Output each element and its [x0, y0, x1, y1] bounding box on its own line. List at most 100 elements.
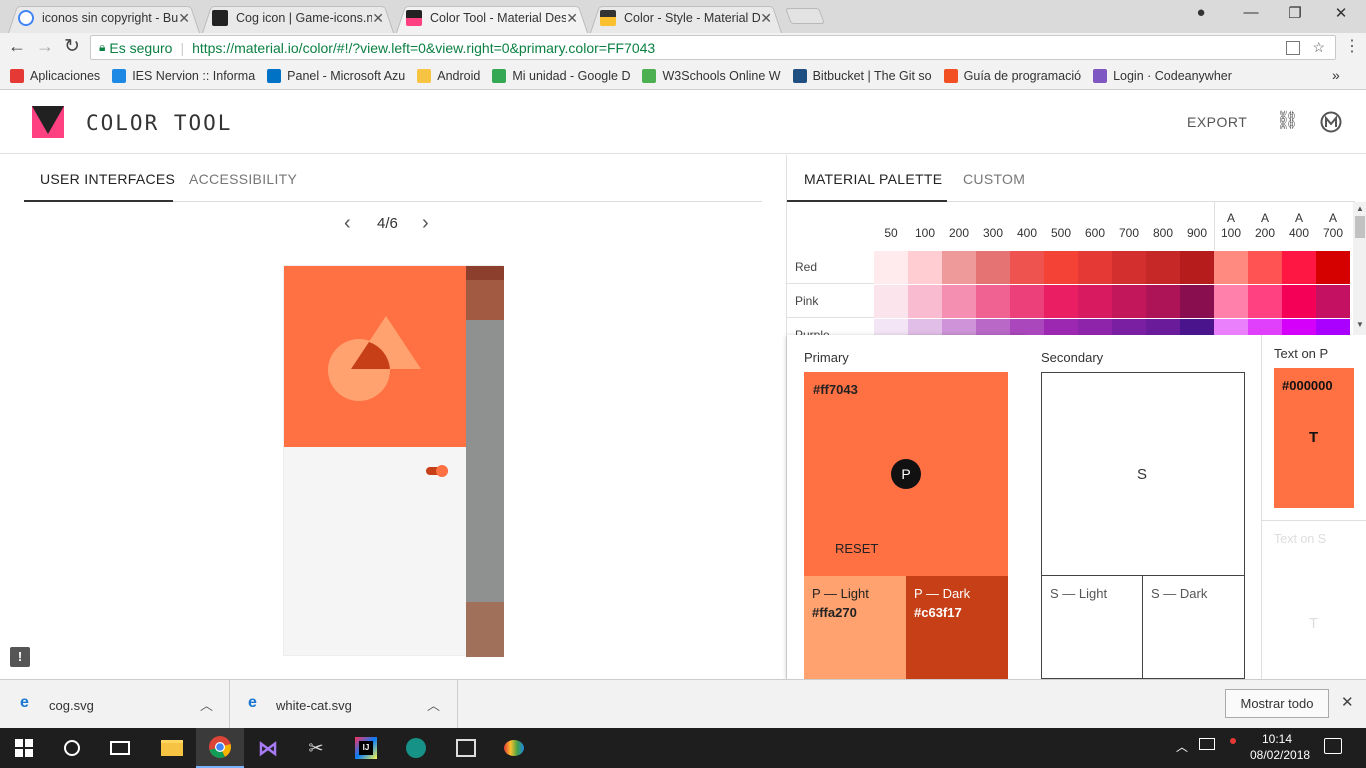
palette-swatch[interactable] — [908, 285, 942, 318]
bookmark-item[interactable]: Bitbucket | The Git so — [792, 68, 932, 83]
palette-swatch[interactable] — [1248, 251, 1282, 284]
palette-swatch[interactable] — [1282, 251, 1316, 284]
palette-swatch[interactable] — [1010, 251, 1044, 284]
palette-swatch[interactable] — [1282, 285, 1316, 318]
palette-swatch[interactable] — [1010, 285, 1044, 318]
chrome-icon[interactable] — [196, 728, 244, 768]
tray-chevron-icon[interactable]: ︿ — [1176, 738, 1188, 755]
palette-swatch[interactable] — [1078, 285, 1112, 318]
browser-tab-1[interactable]: iconos sin copyright - Bu ✕ — [8, 3, 200, 33]
tab-custom[interactable]: CUSTOM — [963, 171, 1025, 187]
close-icon[interactable]: ✕ — [566, 10, 578, 27]
primary-light-swatch[interactable]: P — Light #ffa270 — [804, 576, 906, 679]
clock-date[interactable]: 08/02/2018 — [1250, 748, 1310, 762]
tab-material-palette[interactable]: MATERIAL PALETTE — [804, 171, 942, 187]
primary-swatch[interactable]: #ff7043 P RESET — [804, 372, 1008, 576]
network-icon[interactable] — [1199, 738, 1215, 750]
palette-swatch[interactable] — [908, 319, 942, 335]
reset-button[interactable]: RESET — [835, 541, 878, 556]
bookmark-item[interactable]: Aplicaciones — [10, 68, 100, 83]
paint-icon[interactable] — [490, 728, 538, 768]
chevron-up-icon[interactable]: ︿ — [200, 695, 213, 714]
palette-swatch[interactable] — [1112, 285, 1146, 318]
browser-tab-2[interactable]: Cog icon | Game-icons.ne ✕ — [202, 3, 394, 33]
close-icon[interactable]: ✕ — [760, 10, 772, 27]
palette-swatch[interactable] — [942, 319, 976, 335]
palette-swatch[interactable] — [1214, 319, 1248, 335]
palette-swatch[interactable] — [976, 285, 1010, 318]
palette-swatch[interactable] — [942, 285, 976, 318]
maximize-icon[interactable]: ❐ — [1280, 4, 1310, 22]
secondary-dark-swatch[interactable]: S — Dark — [1143, 576, 1245, 679]
show-all-button[interactable]: Mostrar todo — [1225, 689, 1329, 718]
palette-scrollbar[interactable]: ▲ ▼ — [1353, 202, 1366, 335]
notifications-icon[interactable] — [1324, 738, 1342, 754]
clock-time[interactable]: 10:14 — [1262, 732, 1292, 746]
secondary-swatch[interactable]: S — [1041, 372, 1245, 576]
bookmark-item[interactable]: W3Schools Online W — [642, 68, 781, 83]
palette-swatch[interactable] — [1316, 251, 1350, 284]
palette-swatch[interactable] — [1214, 251, 1248, 284]
omnibox[interactable]: 🔒︎ Es seguro | https://material.io/color… — [90, 35, 1336, 60]
close-icon[interactable]: ✕ — [372, 10, 384, 27]
palette-swatch[interactable] — [874, 251, 908, 284]
download-item-2[interactable]: e white-cat.svg ︿ — [230, 680, 458, 729]
palette-swatch[interactable] — [1248, 319, 1282, 335]
palette-swatch[interactable] — [1180, 285, 1214, 318]
feedback-icon[interactable]: ! — [10, 647, 30, 667]
bookmark-item[interactable]: Android — [417, 68, 480, 83]
url-text[interactable]: https://material.io/color/#!/?view.left=… — [192, 40, 655, 56]
mail-icon[interactable] — [442, 728, 490, 768]
bookmark-item[interactable]: Login · Codeanywher — [1093, 68, 1232, 83]
tab-accessibility[interactable]: ACCESSIBILITY — [189, 171, 297, 187]
palette-swatch[interactable] — [1316, 319, 1350, 335]
close-icon[interactable]: ✕ — [178, 10, 190, 27]
palette-swatch[interactable] — [1044, 251, 1078, 284]
bookmark-item[interactable]: IES Nervion :: Informa — [112, 68, 255, 83]
window-close-icon[interactable]: ✕ — [1326, 4, 1356, 22]
secondary-light-swatch[interactable]: S — Light — [1041, 576, 1143, 679]
more-bookmarks-icon[interactable]: » — [1332, 67, 1340, 83]
visual-studio-icon[interactable]: ⋈ — [244, 728, 292, 768]
forward-icon[interactable]: → — [36, 36, 54, 57]
prev-icon[interactable]: ‹ — [344, 212, 351, 235]
palette-swatch[interactable] — [1180, 319, 1214, 335]
bookmark-item[interactable]: Panel - Microsoft Azu — [267, 68, 405, 83]
gitkraken-icon[interactable] — [392, 728, 440, 768]
menu-icon[interactable]: ⋮ — [1344, 36, 1360, 56]
palette-swatch[interactable] — [1078, 319, 1112, 335]
star-icon[interactable]: ☆ — [1312, 39, 1325, 56]
palette-swatch[interactable] — [874, 319, 908, 335]
palette-swatch[interactable] — [976, 251, 1010, 284]
file-explorer-icon[interactable] — [148, 728, 196, 768]
minimize-icon[interactable]: — — [1236, 4, 1266, 21]
tools-icon[interactable]: ✂ — [292, 728, 340, 768]
reload-icon[interactable]: ↻ — [64, 35, 80, 58]
palette-swatch[interactable] — [1146, 251, 1180, 284]
palette-swatch[interactable] — [1044, 285, 1078, 318]
palette-swatch[interactable] — [1078, 251, 1112, 284]
task-view-icon[interactable] — [96, 728, 144, 768]
primary-dark-swatch[interactable]: P — Dark #c63f17 — [906, 576, 1008, 679]
text-on-p-swatch[interactable]: #000000 T — [1274, 368, 1354, 508]
palette-swatch[interactable] — [1146, 319, 1180, 335]
profile-icon[interactable]: ● — [1186, 4, 1216, 21]
bookmark-item[interactable]: Mi unidad - Google D — [492, 68, 630, 83]
palette-swatch[interactable] — [1282, 319, 1316, 335]
bookmark-item[interactable]: Guía de programació — [943, 68, 1081, 83]
palette-swatch[interactable] — [942, 251, 976, 284]
chevron-up-icon[interactable]: ︿ — [427, 695, 440, 714]
browser-tab-4[interactable]: Color - Style - Material D ✕ — [590, 3, 782, 33]
palette-swatch[interactable] — [1214, 285, 1248, 318]
new-tab-button[interactable] — [785, 8, 825, 24]
tab-user-interfaces[interactable]: USER INTERFACES — [40, 171, 175, 187]
palette-swatch[interactable] — [1112, 319, 1146, 335]
browser-tab-3[interactable]: Color Tool - Material Des ✕ — [396, 3, 588, 33]
back-icon[interactable]: ← — [8, 36, 26, 57]
palette-swatch[interactable] — [1146, 285, 1180, 318]
windows-start-icon[interactable] — [0, 728, 48, 768]
palette-swatch[interactable] — [908, 251, 942, 284]
palette-swatch[interactable] — [1044, 319, 1078, 335]
link-icon[interactable]: ⛓︎ — [1276, 110, 1299, 131]
translate-icon[interactable] — [1286, 40, 1301, 55]
